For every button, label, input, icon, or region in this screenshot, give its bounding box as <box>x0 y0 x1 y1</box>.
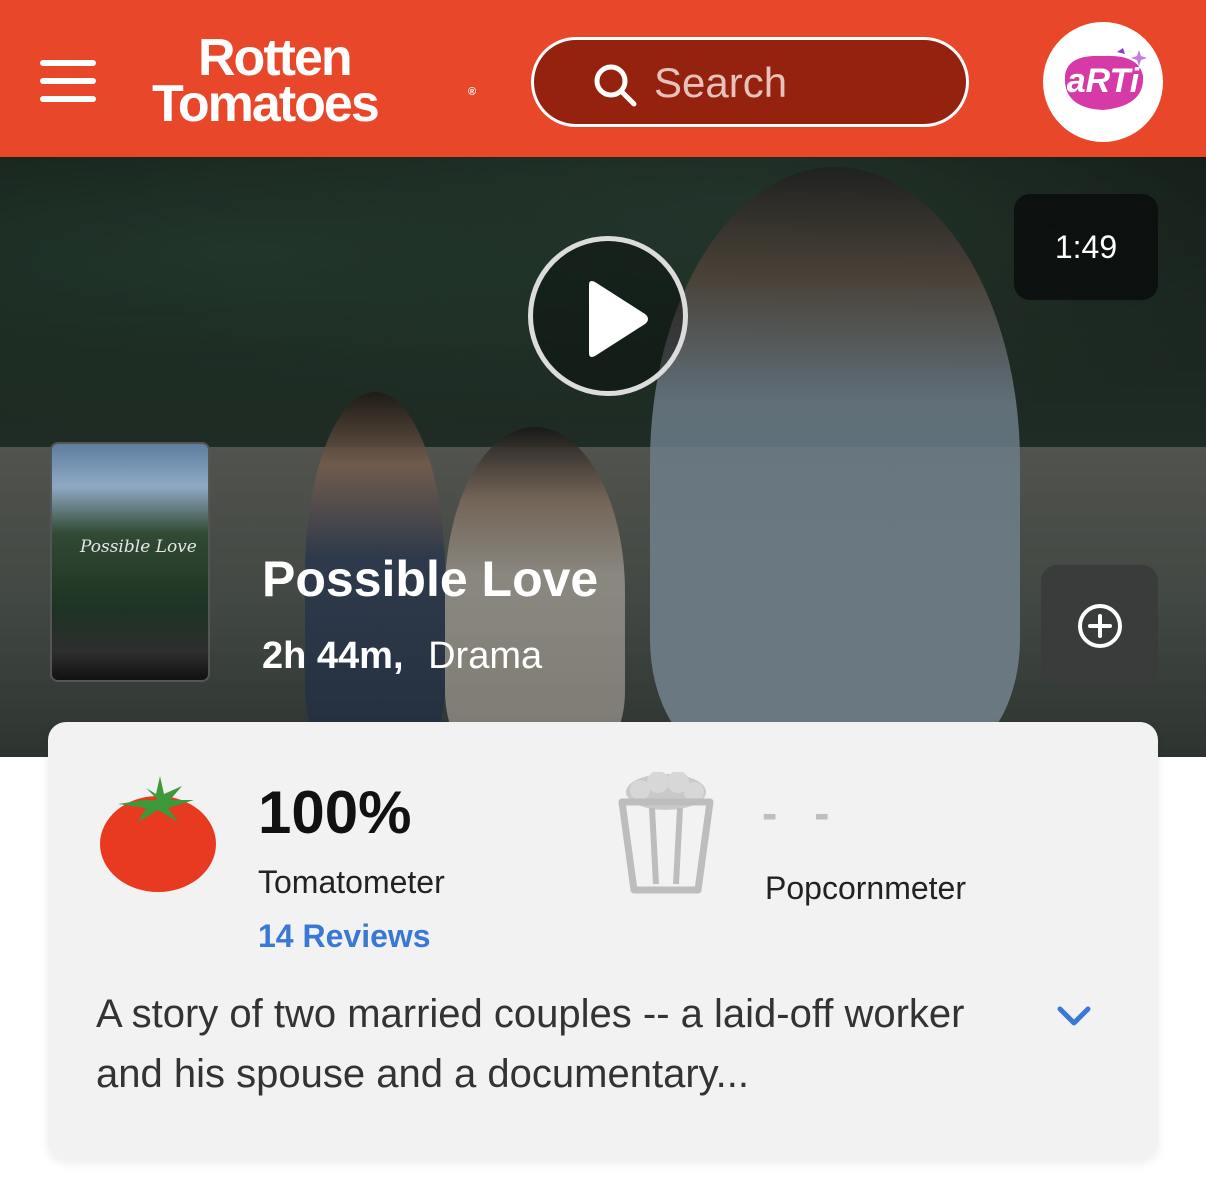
chevron-down-icon[interactable] <box>1056 1004 1092 1028</box>
add-to-watchlist-button[interactable] <box>1041 565 1158 685</box>
tomatometer-label: Tomatometer <box>258 864 445 900</box>
popcornmeter-label: Popcornmeter <box>765 870 966 906</box>
registered-mark: ® <box>468 86 477 98</box>
tomatometer-score: 100% <box>258 779 412 846</box>
search-placeholder: Search <box>654 59 788 106</box>
movie-meta: 2h 44m, Drama <box>262 635 542 678</box>
play-icon <box>589 281 648 357</box>
scores-card: 100% Tomatometer 14 Reviews - - Popcornm… <box>48 722 1158 1159</box>
avatar-text: aRTi <box>1066 62 1140 100</box>
add-to-watchlist-icon <box>1078 604 1122 648</box>
movie-runtime: 2h 44m, <box>262 635 404 677</box>
popcornmeter-score: - - <box>762 787 842 839</box>
play-trailer-button[interactable] <box>528 236 688 396</box>
hamburger-menu-icon[interactable] <box>40 58 96 104</box>
search-icon <box>594 64 637 107</box>
reviews-link[interactable]: 14 Reviews <box>258 918 431 955</box>
movie-synopsis: A story of two married couples -- a laid… <box>96 992 965 1096</box>
top-navbar: Rotten Tomatoes ® Search aRTi <box>0 0 1206 157</box>
movie-genre: Drama <box>428 635 543 677</box>
fresh-tomato-icon <box>100 776 216 892</box>
search-input[interactable]: Search <box>531 37 969 127</box>
movie-title: Possible Love <box>262 551 599 607</box>
video-duration-badge: 1:49 <box>1014 194 1158 300</box>
trailer-hero[interactable]: 1:49 Possible Love Possible Love 2h 44m,… <box>0 157 1206 757</box>
poster-title: Possible Love <box>80 537 197 557</box>
empty-popcorn-icon <box>618 772 714 894</box>
logo-line-2: Tomatoes <box>152 75 380 133</box>
movie-poster[interactable]: Possible Love <box>50 442 210 682</box>
user-avatar[interactable]: aRTi <box>1043 22 1163 142</box>
rotten-tomatoes-logo[interactable]: Rotten Tomatoes ® <box>150 28 480 134</box>
